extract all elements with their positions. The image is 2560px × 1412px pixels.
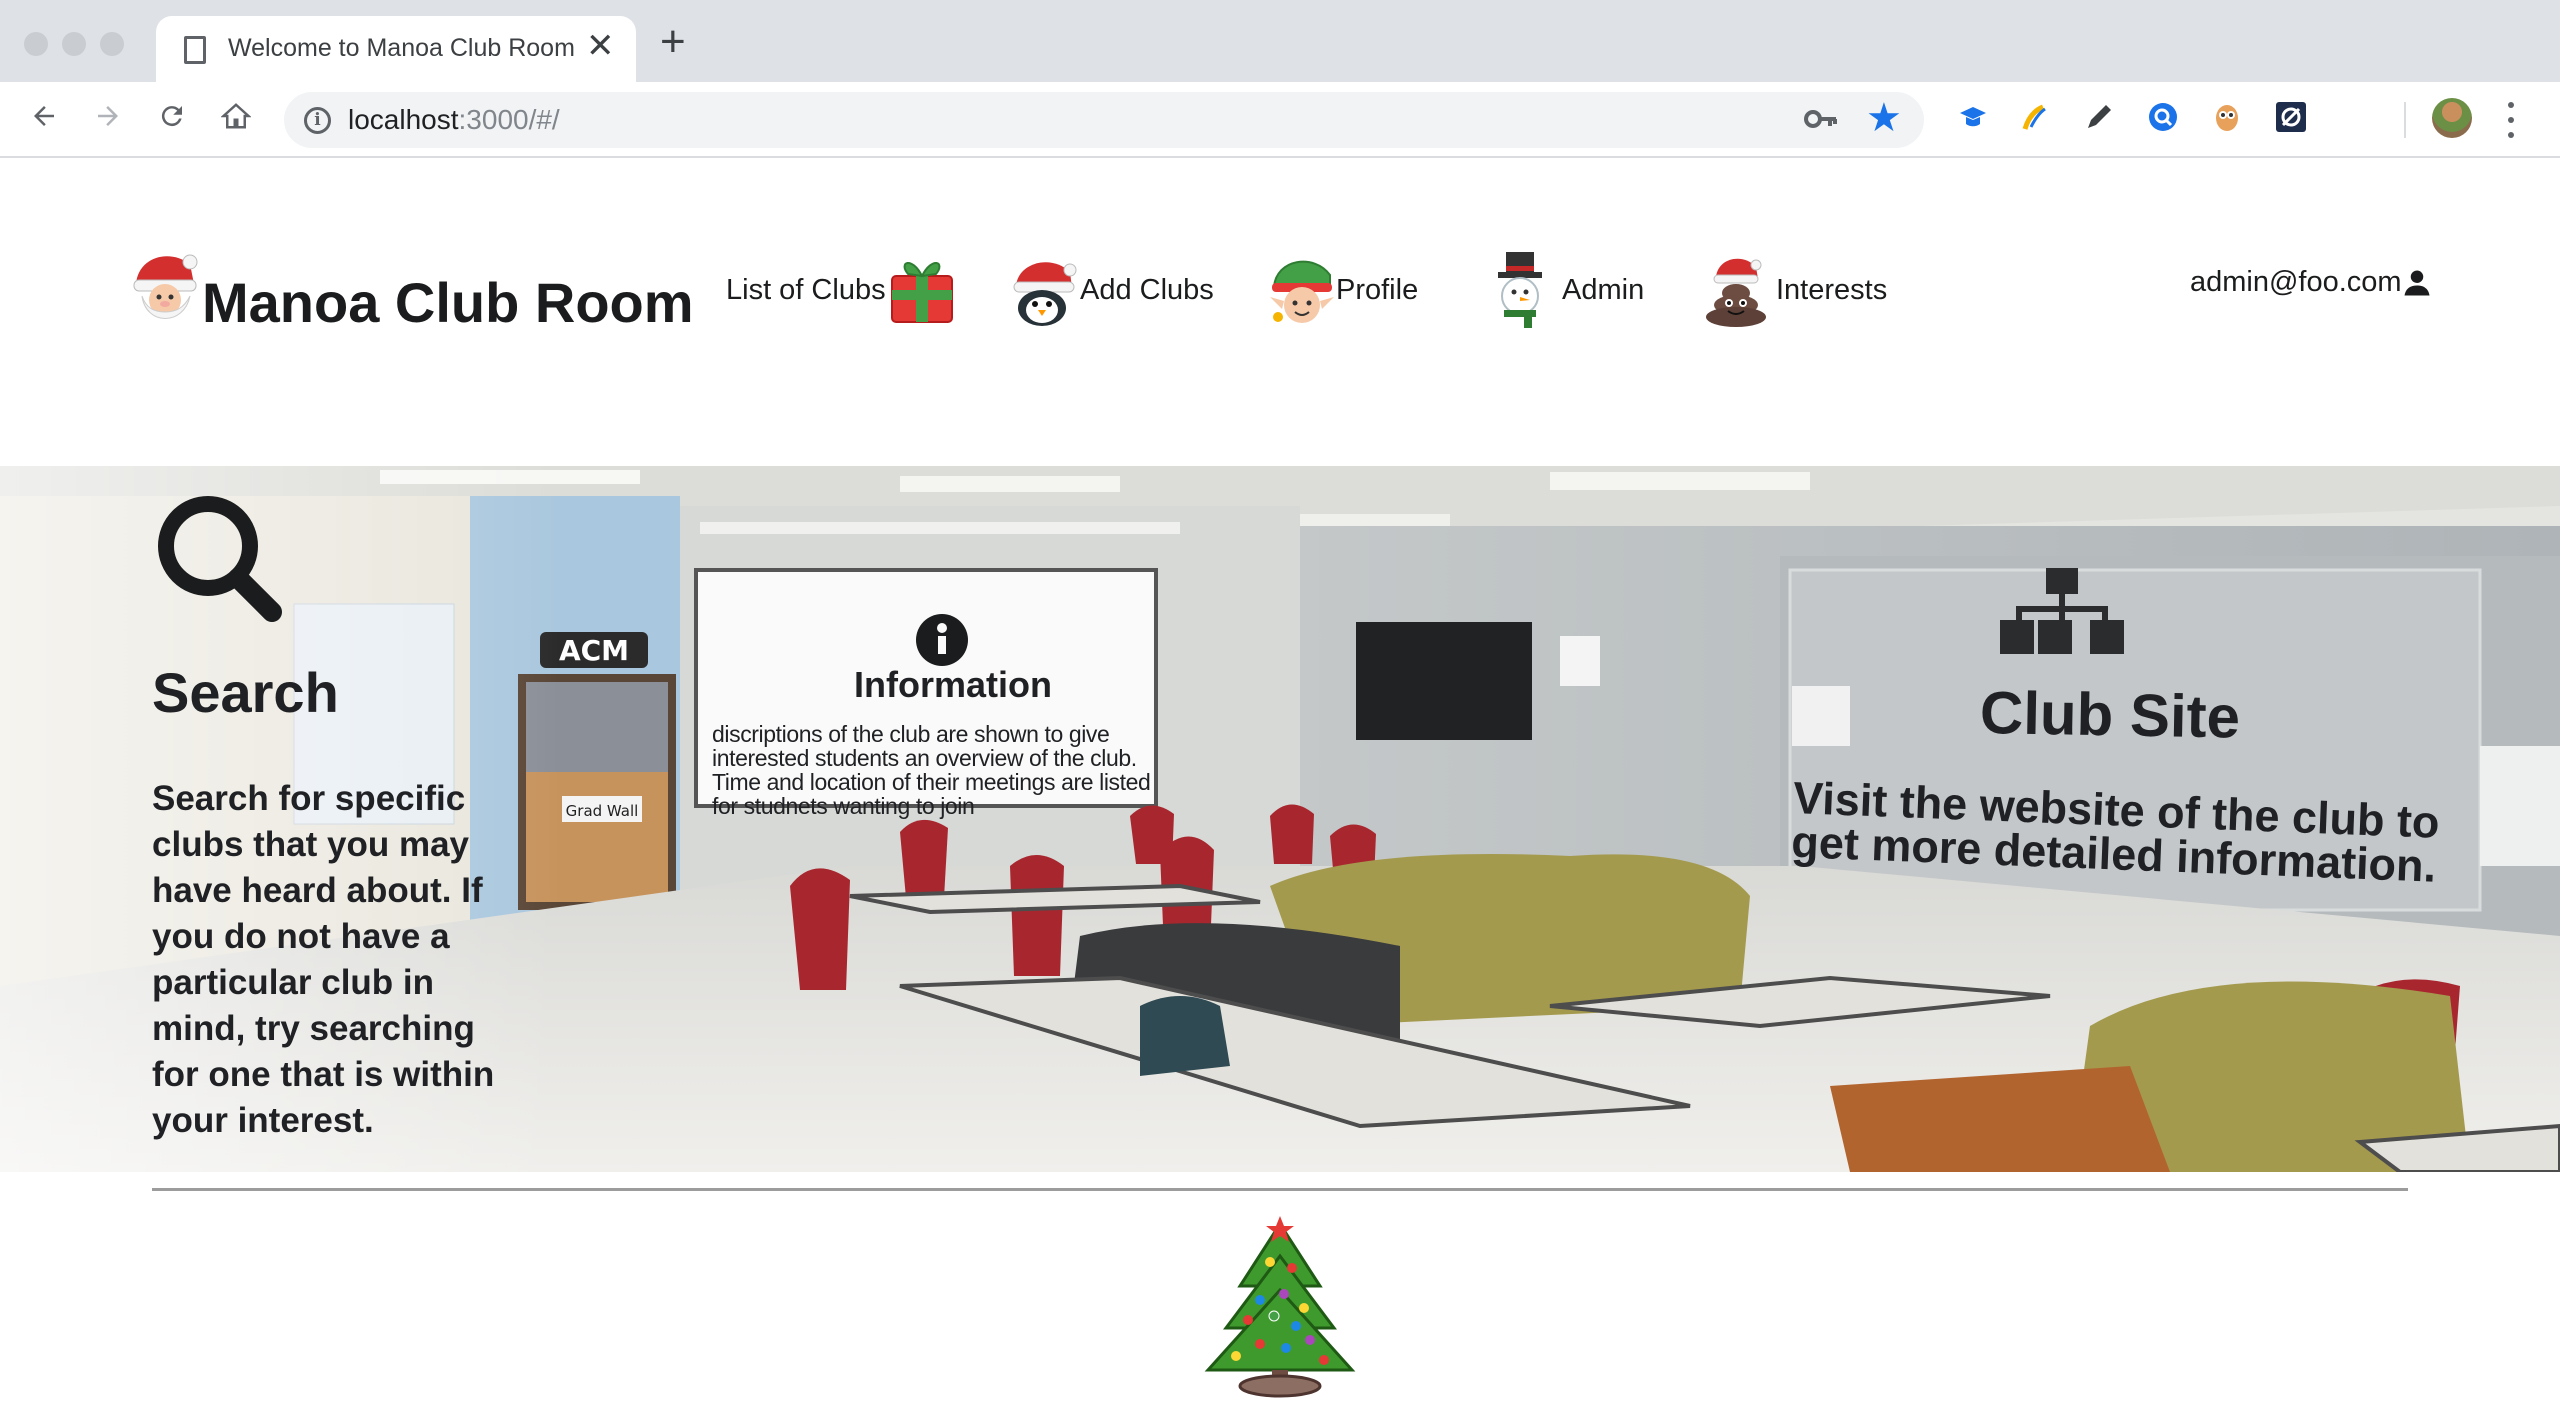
arrow-right-icon [98, 106, 118, 126]
nav-label: Interests [1776, 273, 1888, 306]
nav-label: List of Clubs [726, 273, 886, 306]
nav-label: Profile [1336, 273, 1419, 306]
santa-face-icon [133, 254, 198, 319]
site-navbar: Manoa Club Room List of Clubs Add Clubs [0, 158, 2560, 466]
site-info-icon[interactable]: i [304, 107, 331, 134]
address-bar[interactable]: i localhost:3000/#/ ★ [284, 92, 1924, 148]
penguin-santa-hat-icon [1013, 262, 1077, 326]
browser-toolbar: i localhost:3000/#/ ★ [0, 82, 2560, 158]
nav-label: Admin [1562, 273, 1645, 306]
profile-avatar[interactable] [2432, 98, 2472, 138]
eye-extension-icon[interactable] [2274, 100, 2308, 134]
tab-title: Welcome to Manoa Club Room [228, 34, 575, 62]
nav-add-clubs[interactable]: Add Clubs [1008, 250, 1214, 330]
browser-menu-icon[interactable] [2506, 102, 2516, 138]
user-email: admin@foo.com [2190, 266, 2402, 298]
url-host: localhost [348, 104, 459, 135]
home-icon [221, 103, 251, 129]
forward-button[interactable] [86, 94, 130, 138]
gift-icon [890, 262, 953, 323]
toolbar-divider [2404, 102, 2406, 138]
club-site-feature-title: Club Site [1979, 679, 2241, 751]
nav-label: Add Clubs [1080, 273, 1214, 306]
url-text[interactable]: localhost:3000/#/ [348, 104, 560, 136]
close-tab-icon[interactable]: ✕ [586, 28, 615, 64]
graduation-cap-extension-icon[interactable] [1956, 100, 1990, 134]
christmas-tree-icon [1204, 1216, 1356, 1398]
active-tab[interactable]: Welcome to Manoa Club Room ✕ [156, 16, 636, 82]
window-minimize-dot[interactable] [62, 32, 86, 56]
hero-banner: ACM Grad Wall Search Search for specific… [0, 466, 2560, 1172]
home-button[interactable] [214, 94, 258, 138]
window-close-dot[interactable] [24, 32, 48, 56]
key-icon[interactable] [1804, 106, 1838, 132]
pen-tool-extension-icon[interactable] [2018, 100, 2052, 134]
nav-profile[interactable]: Profile [1268, 250, 1418, 330]
poop-santa-hat-icon [1706, 258, 1766, 327]
info-circle-overlay-icon [916, 614, 968, 666]
acm-sign-text: ACM [559, 634, 629, 667]
reload-button[interactable] [150, 94, 194, 138]
grad-wall-text: Grad Wall [566, 802, 639, 820]
search-feature-text: Search for specific clubs that you may h… [152, 779, 495, 1140]
owl-extension-icon[interactable] [2210, 100, 2244, 134]
snowman-icon [1498, 252, 1542, 328]
bookmark-star-icon[interactable]: ★ [1866, 96, 1902, 140]
brand-title: Manoa Club Room [202, 271, 694, 334]
elf-icon [1270, 260, 1334, 323]
arrow-left-icon [34, 106, 54, 126]
nav-list-of-clubs[interactable]: List of Clubs [726, 250, 956, 330]
search-extension-icon[interactable] [2146, 100, 2180, 134]
search-feature-title: Search [152, 661, 339, 724]
reload-icon [161, 106, 182, 127]
footer-divider [152, 1188, 2408, 1191]
user-dropdown[interactable]: admin@foo.com [2190, 266, 2432, 299]
new-tab-button[interactable]: + [660, 20, 686, 64]
page-icon [184, 36, 206, 64]
nav-admin[interactable]: Admin [1490, 250, 1644, 330]
user-icon [2404, 270, 2430, 295]
browser-tabstrip: Welcome to Manoa Club Room ✕ + [0, 0, 2560, 82]
back-button[interactable] [22, 94, 66, 138]
information-feature-text: discriptions of the club are shown to gi… [712, 721, 1151, 819]
pencil-extension-icon[interactable] [2082, 100, 2116, 134]
nav-interests[interactable]: Interests [1704, 250, 1887, 330]
information-feature-title: Information [854, 664, 1052, 705]
url-path: :3000/#/ [458, 104, 560, 135]
window-maximize-dot[interactable] [100, 32, 124, 56]
